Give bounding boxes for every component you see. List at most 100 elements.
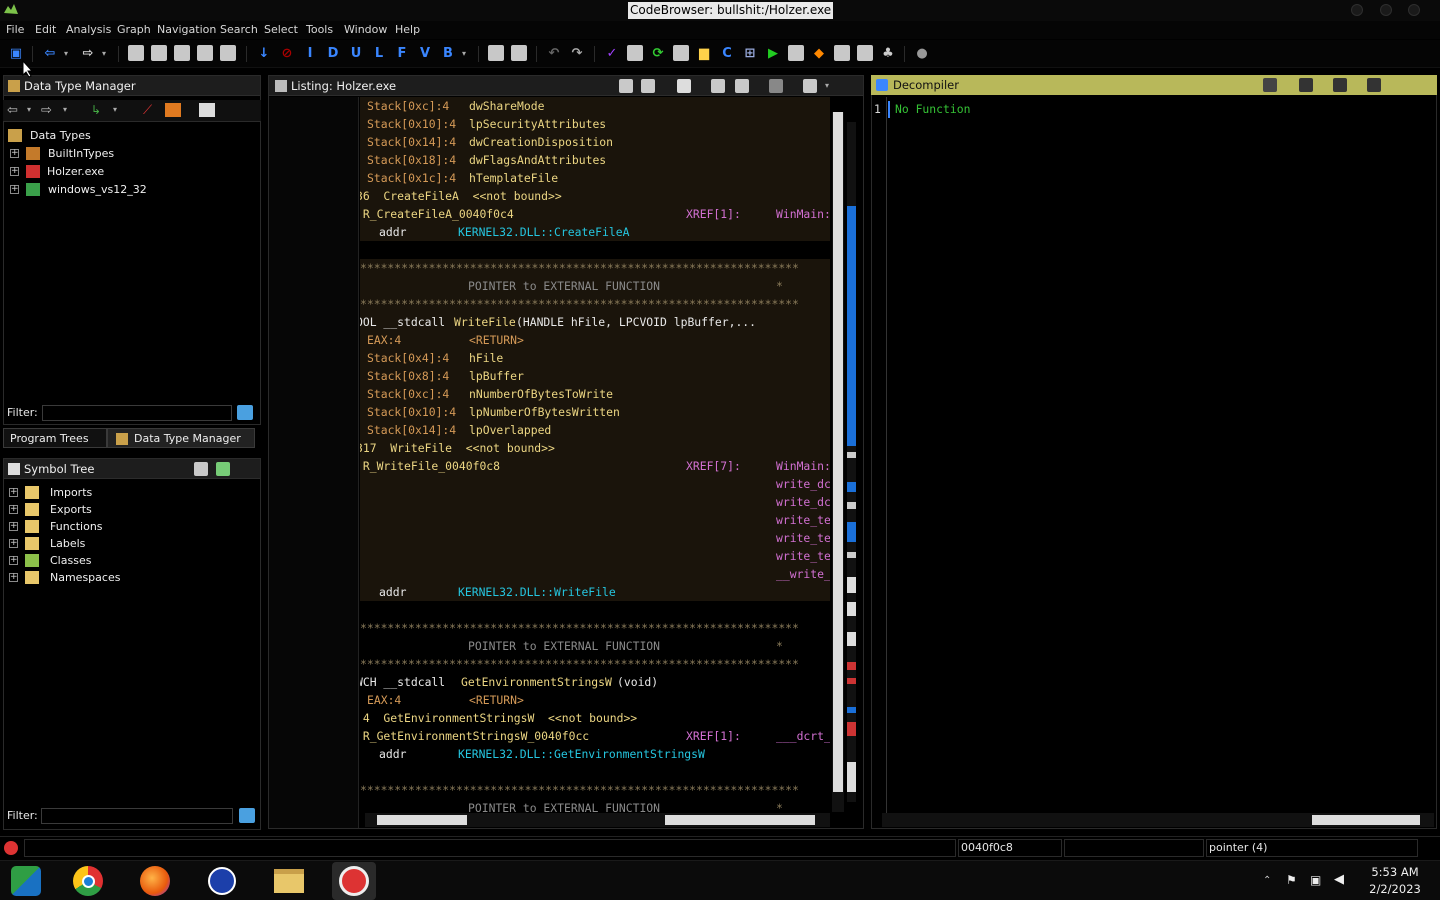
menu-search[interactable]: Search [220,23,258,36]
expand-icon[interactable]: + [10,185,19,194]
tree-icon[interactable]: ♣ [880,45,896,61]
chevron-down-icon[interactable]: ▾ [460,45,468,61]
listing-code-view[interactable]: Stack[0xc]:4 dwShareMode Stack[0x10]:4 lpS… [360,97,830,813]
options-icon[interactable] [803,79,817,93]
clear-icon[interactable]: ⊘ [279,45,295,61]
tab-program-trees[interactable]: Program Trees [3,428,107,448]
down-arrow-icon[interactable]: ↓ [256,45,272,61]
diamond-icon[interactable]: ◆ [811,45,827,61]
back-icon[interactable]: ⇦ [7,103,18,118]
listing-scrollbar[interactable] [832,112,844,812]
graph-icon[interactable]: ⊞ [742,45,758,61]
expand-icon[interactable]: + [9,522,18,531]
filter-array-icon[interactable] [165,103,181,117]
chevron-up-icon[interactable]: ⌃ [1263,875,1271,886]
menu-window[interactable]: Window [344,23,387,36]
vpn-icon[interactable] [204,864,240,898]
chevron-down-icon[interactable]: ▾ [113,105,117,114]
chevron-down-icon[interactable]: ▾ [27,105,31,114]
menu-help[interactable]: Help [395,23,420,36]
decompiler-text[interactable]: No Function [895,102,970,116]
nav-icon[interactable] [128,45,144,61]
tab-data-type-manager[interactable]: Data Type Manager [107,428,255,448]
menu-tools[interactable]: Tools [306,23,333,36]
maximize-button[interactable] [1380,4,1392,16]
xref-entry[interactable]: write_te [776,547,830,565]
arrow-icon[interactable]: ↳ [91,103,101,117]
menu-graph[interactable]: Graph [117,23,151,36]
menu-navigation[interactable]: Navigation [157,23,216,36]
nav-icon[interactable] [151,45,167,61]
collapse-icon[interactable] [199,103,215,117]
tool-icon[interactable] [834,45,850,61]
clock-date[interactable]: 2/2/2023 [1362,882,1428,896]
diff-icon[interactable] [735,79,749,93]
toolbar-letter-l[interactable]: L [371,45,387,61]
paste-icon[interactable] [641,79,655,93]
refresh-icon[interactable] [1263,78,1277,92]
undo-icon[interactable]: ↶ [546,45,562,61]
snapshot-icon[interactable] [769,79,783,93]
volume-icon[interactable]: ◀ [1334,872,1344,887]
back-arrow-icon[interactable]: ⇦ [42,45,58,61]
toolbar-letter-d[interactable]: D [325,45,341,61]
toolbar-letter-b[interactable]: B [440,45,456,61]
symbol-filter-input[interactable] [41,808,233,824]
filter-options-icon[interactable] [239,808,255,823]
forward-arrow-icon[interactable]: ⇨ [80,45,96,61]
taskbar-app-start[interactable] [8,864,44,898]
filter-options-icon[interactable] [237,405,253,420]
xref-entry[interactable]: write_te [776,529,830,547]
expand-icon[interactable]: + [10,167,19,176]
menu-select[interactable]: Select [264,23,298,36]
run-icon[interactable]: ▶ [765,45,781,61]
toolbar-letter-i[interactable]: I [302,45,318,61]
decompiler-hscrollbar[interactable] [882,813,1434,827]
tool-icon[interactable] [488,45,504,61]
expand-icon[interactable]: + [9,573,18,582]
minimize-button[interactable] [1351,4,1363,16]
menu-edit[interactable]: Edit [35,23,56,36]
snapshot-icon[interactable] [1367,78,1381,92]
tool-icon[interactable] [857,45,873,61]
redo-icon[interactable]: ↷ [569,45,585,61]
nav-icon[interactable] [220,45,236,61]
expand-icon[interactable]: + [9,539,18,548]
xref-entry[interactable]: write_te [776,511,830,529]
ghidra-taskbar-icon[interactable] [332,862,376,900]
help-icon[interactable]: ● [914,45,930,61]
nav-icon[interactable] [174,45,190,61]
toolbar-letter-u[interactable]: U [348,45,364,61]
clock-time[interactable]: 5:53 AM [1362,865,1428,879]
chevron-down-icon[interactable]: ▾ [63,105,67,114]
xref-entry[interactable]: write_dc [776,493,830,511]
chevron-down-icon[interactable]: ▾ [62,45,70,61]
chevron-down-icon[interactable]: ▾ [825,76,829,96]
tool-icon[interactable] [788,45,804,61]
scrollbar-thumb[interactable] [833,112,843,792]
tool-icon[interactable] [627,45,643,61]
listing-hscrollbar[interactable] [365,813,830,827]
chevron-down-icon[interactable]: ▾ [100,45,108,61]
tool-icon[interactable] [673,45,689,61]
folder-icon[interactable]: ▆ [696,45,712,61]
chrome-icon[interactable] [70,864,106,898]
xref-entry[interactable]: write_dc [776,475,830,493]
firefox-icon[interactable] [137,864,173,898]
export-icon[interactable] [1333,78,1347,92]
toolbar-letter-v[interactable]: V [417,45,433,61]
file-explorer-icon[interactable] [271,864,307,898]
filter-icon[interactable]: ⟋ [143,103,152,118]
expand-icon[interactable]: + [9,556,18,565]
cursor-icon[interactable] [677,79,691,93]
menu-file[interactable]: File [6,23,24,36]
nav-icon[interactable] [197,45,213,61]
xref-entry[interactable]: __write_ [776,565,830,583]
refresh-icon[interactable]: ⟳ [650,45,666,61]
close-button[interactable] [1408,4,1420,16]
flag-icon[interactable]: ⚑ [1286,873,1297,887]
tool-icon[interactable] [511,45,527,61]
check-icon[interactable]: ✓ [604,45,620,61]
dtm-filter-input[interactable] [42,405,232,421]
navigate-icon[interactable] [216,462,230,476]
